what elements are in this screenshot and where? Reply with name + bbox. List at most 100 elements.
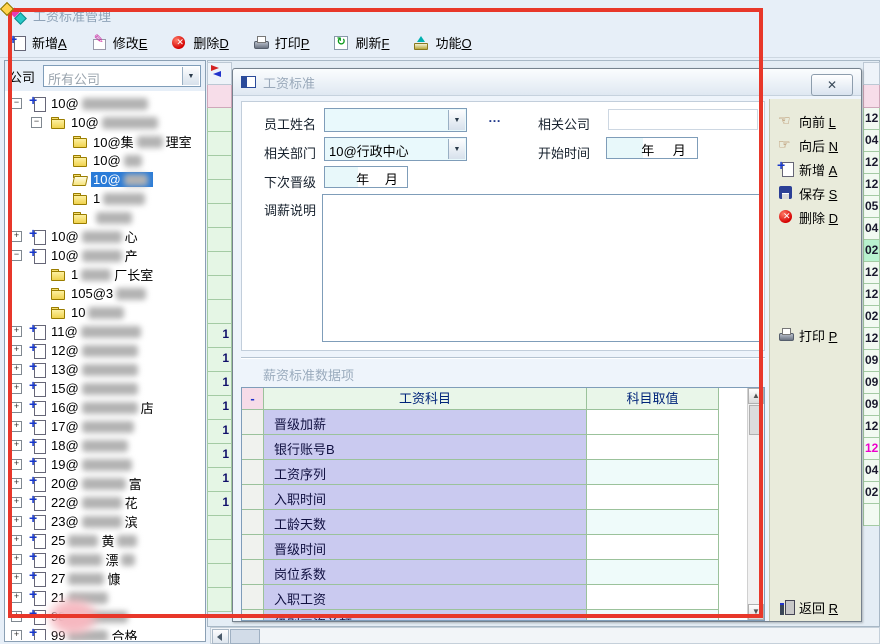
- table-row[interactable]: 入职时间: [242, 485, 748, 510]
- tree-expand-box[interactable]: +: [11, 440, 22, 451]
- dialog-side-button[interactable]: 向前 L: [778, 111, 836, 131]
- subject-cell[interactable]: 级别工资总额: [264, 610, 587, 620]
- value-cell[interactable]: [587, 410, 719, 435]
- tree-expand-box[interactable]: +: [11, 459, 22, 470]
- tree-item[interactable]: 1厂长室: [5, 265, 205, 284]
- employee-name-combobox[interactable]: ▼: [324, 108, 467, 132]
- scrollbar-thumb[interactable]: [749, 405, 763, 435]
- dialog-side-button[interactable]: 返回 R: [778, 597, 838, 617]
- tree-item[interactable]: 10@: [5, 170, 205, 189]
- table-row[interactable]: 工龄天数: [242, 510, 748, 535]
- value-cell[interactable]: [587, 435, 719, 460]
- scroll-down-button[interactable]: ▼: [748, 604, 764, 620]
- toolbar-button[interactable]: 打印P: [249, 31, 314, 54]
- scroll-up-button[interactable]: ▲: [748, 388, 764, 404]
- grid-cell[interactable]: [207, 564, 232, 588]
- tree-expand-box[interactable]: +: [11, 421, 22, 432]
- toolbar-button[interactable]: 功能O: [409, 31, 475, 54]
- grid-date-cell[interactable]: 12: [863, 284, 880, 306]
- grid-date-cell[interactable]: 02: [863, 482, 880, 504]
- column-header-value[interactable]: 科目取值: [587, 388, 719, 410]
- dialog-side-button[interactable]: 打印 P: [778, 325, 837, 345]
- tree-expand-box[interactable]: +: [11, 554, 22, 565]
- dialog-side-button[interactable]: 删除 D: [778, 207, 838, 227]
- dialog-side-button[interactable]: 向后 N: [778, 135, 838, 155]
- subject-cell[interactable]: 银行账号B: [264, 435, 587, 460]
- grid-date-cell[interactable]: 04: [863, 218, 880, 240]
- grid-cell[interactable]: [207, 540, 232, 564]
- grid-header-cell-right[interactable]: [863, 85, 880, 108]
- grid-date-cell[interactable]: 02: [863, 240, 880, 262]
- grid-cell[interactable]: [207, 588, 232, 612]
- grid-date-cell[interactable]: 09: [863, 394, 880, 416]
- grid-date-cell[interactable]: 04: [863, 460, 880, 482]
- close-button[interactable]: ✕: [811, 74, 853, 96]
- table-corner-header[interactable]: -: [242, 388, 264, 410]
- tree-expand-box[interactable]: +: [11, 497, 22, 508]
- tree-expand-box[interactable]: −: [11, 250, 22, 261]
- tree-expand-box[interactable]: −: [31, 117, 42, 128]
- tree-item[interactable]: 10@: [5, 151, 205, 170]
- grid-cell[interactable]: 1: [207, 348, 232, 372]
- next-promotion-field[interactable]: 年 月: [324, 166, 408, 188]
- tree-expand-box[interactable]: +: [11, 402, 22, 413]
- salary-note-textarea[interactable]: [322, 194, 760, 342]
- tree-expand-box[interactable]: +: [11, 231, 22, 242]
- tree-expand-box[interactable]: +: [11, 611, 22, 622]
- row-selector-cell[interactable]: [242, 410, 264, 435]
- grid-date-cell[interactable]: 12: [863, 416, 880, 438]
- vertical-scrollbar[interactable]: ▲ ▼: [747, 388, 764, 620]
- grid-date-cell[interactable]: 12: [863, 174, 880, 196]
- toolbar-button[interactable]: 新增A: [6, 31, 71, 54]
- grid-date-cell[interactable]: 09: [863, 372, 880, 394]
- subject-cell[interactable]: 入职时间: [264, 485, 587, 510]
- value-cell[interactable]: [587, 460, 719, 485]
- grid-date-cell[interactable]: 04: [863, 130, 880, 152]
- value-cell[interactable]: [587, 485, 719, 510]
- grid-cell[interactable]: [207, 132, 232, 156]
- value-cell[interactable]: [587, 610, 719, 620]
- grid-cell[interactable]: [207, 516, 232, 540]
- row-selector-cell[interactable]: [242, 435, 264, 460]
- tree-item[interactable]: 105@3: [5, 284, 205, 303]
- tree-item[interactable]: − 10@: [5, 113, 205, 132]
- scrollbar-thumb[interactable]: [230, 629, 260, 644]
- subject-cell[interactable]: 入职工资: [264, 585, 587, 610]
- related-company-field[interactable]: [608, 109, 758, 130]
- tree-item[interactable]: + 99合格: [5, 626, 205, 640]
- grid-cell[interactable]: [207, 276, 232, 300]
- grid-date-cell[interactable]: 09: [863, 350, 880, 372]
- value-cell[interactable]: [587, 535, 719, 560]
- grid-date-cell[interactable]: 12: [863, 152, 880, 174]
- grid-date-cell[interactable]: 12: [863, 328, 880, 350]
- tree-expand-box[interactable]: +: [11, 592, 22, 603]
- grid-date-cell[interactable]: 12: [863, 438, 880, 460]
- company-combobox[interactable]: 所有公司 ▼: [43, 65, 201, 87]
- tree-expand-box[interactable]: +: [11, 364, 22, 375]
- grid-cell[interactable]: 1: [207, 444, 232, 468]
- tree-expand-box[interactable]: +: [11, 535, 22, 546]
- value-cell[interactable]: [587, 560, 719, 585]
- chevron-down-icon[interactable]: ▼: [182, 67, 199, 85]
- grid-date-cell[interactable]: 02: [863, 306, 880, 328]
- chevron-down-icon[interactable]: ▼: [448, 110, 465, 130]
- grid-date-cell[interactable]: 05: [863, 196, 880, 218]
- grid-cell[interactable]: 1: [207, 372, 232, 396]
- grid-cell[interactable]: 1: [207, 396, 232, 420]
- grid-cell[interactable]: [207, 252, 232, 276]
- table-row[interactable]: 银行账号B: [242, 435, 748, 460]
- tree-item[interactable]: 10@集理室: [5, 132, 205, 151]
- start-time-field[interactable]: 年 月: [606, 137, 698, 159]
- subject-cell[interactable]: 工龄天数: [264, 510, 587, 535]
- tree-expand-box[interactable]: +: [11, 326, 22, 337]
- row-selector-cell[interactable]: [242, 485, 264, 510]
- employee-lookup-button[interactable]: …: [488, 110, 502, 125]
- subject-cell[interactable]: 工资序列: [264, 460, 587, 485]
- subject-cell[interactable]: 晋级加薪: [264, 410, 587, 435]
- grid-cell[interactable]: 1: [207, 420, 232, 444]
- grid-cell[interactable]: [207, 180, 232, 204]
- grid-cell[interactable]: [207, 156, 232, 180]
- tree-expand-box[interactable]: +: [11, 516, 22, 527]
- subject-cell[interactable]: 晋级时间: [264, 535, 587, 560]
- table-row[interactable]: 入职工资: [242, 585, 748, 610]
